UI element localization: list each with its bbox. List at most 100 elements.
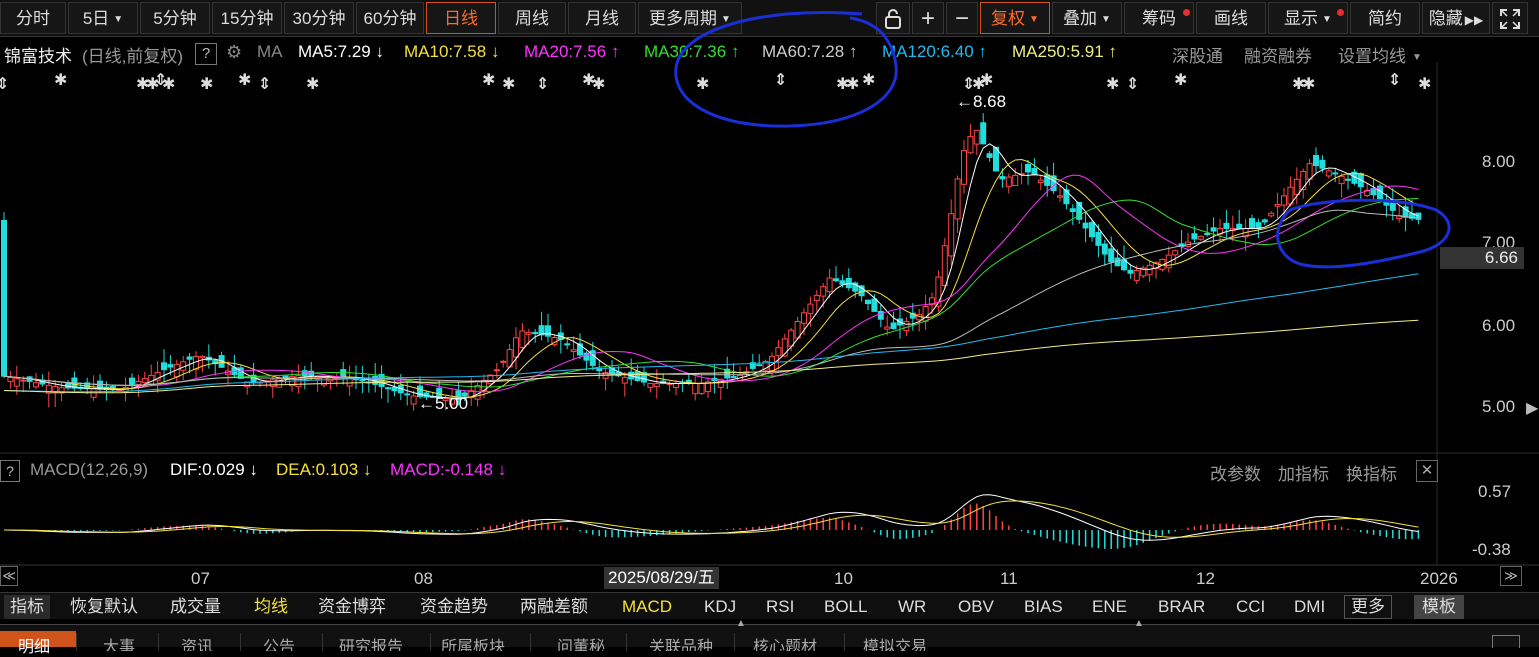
tab-details-active[interactable]: 明细 bbox=[0, 631, 76, 656]
event-marker-icon[interactable]: ✱ bbox=[238, 70, 251, 90]
candle-body bbox=[1037, 179, 1044, 183]
candle-body bbox=[692, 383, 699, 395]
tab-related[interactable]: 关联品种 bbox=[626, 633, 734, 651]
event-marker-icon[interactable]: ✱ bbox=[1174, 70, 1187, 90]
tab-sim-trading[interactable]: 模拟交易 bbox=[844, 633, 954, 651]
candle-body bbox=[1172, 250, 1179, 256]
event-marker-icon[interactable]: ✱ bbox=[162, 74, 175, 94]
event-marker-icon[interactable]: ✱ bbox=[200, 74, 213, 94]
candle-body bbox=[33, 382, 39, 388]
indicator-ma[interactable]: 均线 bbox=[254, 595, 288, 619]
kline-chart[interactable] bbox=[0, 0, 1539, 646]
event-marker-icon[interactable]: ✱ bbox=[846, 74, 859, 94]
switch-indicator-button[interactable]: 换指标 bbox=[1346, 460, 1397, 485]
tab-news[interactable]: 资讯 bbox=[158, 633, 240, 651]
candle-body bbox=[1268, 212, 1275, 217]
event-marker-icon[interactable]: ✱ bbox=[592, 74, 605, 94]
x-tick-label: 2026 bbox=[1420, 569, 1458, 588]
indicator-volume[interactable]: 成交量 bbox=[170, 595, 221, 619]
candle-body bbox=[1249, 218, 1255, 229]
event-marker-icon[interactable]: ⇕ bbox=[0, 74, 9, 94]
event-marker-icon[interactable]: ⇕ bbox=[1388, 70, 1401, 90]
candle-body bbox=[532, 331, 539, 335]
event-marker-icon[interactable]: ✱ bbox=[980, 70, 993, 90]
close-icon[interactable]: ✕ bbox=[1416, 460, 1438, 482]
scroll-left-button[interactable]: ≪ bbox=[0, 566, 18, 586]
candle-body bbox=[545, 325, 551, 337]
collapse-arrow-icon[interactable]: ▲ bbox=[736, 618, 746, 629]
candle-body bbox=[1293, 178, 1300, 196]
indicator-ene[interactable]: ENE bbox=[1092, 595, 1127, 619]
candle-body bbox=[1012, 174, 1019, 186]
candle-body bbox=[564, 343, 571, 346]
event-marker-icon[interactable]: ✱ bbox=[482, 70, 495, 90]
tab-events[interactable]: 大事 bbox=[76, 633, 158, 651]
candle-body bbox=[788, 329, 795, 347]
indicator-dmi[interactable]: DMI bbox=[1294, 595, 1325, 619]
event-marker-icon[interactable]: ✱ bbox=[862, 70, 875, 90]
scroll-right-button[interactable]: ≫ bbox=[1500, 566, 1522, 586]
indicator-cci[interactable]: CCI bbox=[1236, 595, 1265, 619]
low-price-value: 5.00 bbox=[435, 394, 469, 413]
tab-ask-secretary[interactable]: 问董秘 bbox=[530, 633, 626, 651]
indicator-fund-game[interactable]: 资金博弈 bbox=[318, 595, 386, 619]
tab-research[interactable]: 研究报告 bbox=[322, 633, 430, 651]
indicator-kdj[interactable]: KDJ bbox=[704, 595, 736, 619]
candle-body bbox=[1025, 163, 1031, 173]
candle-body bbox=[1319, 159, 1326, 169]
candle-body bbox=[1127, 269, 1134, 274]
indicator-boll[interactable]: BOLL bbox=[824, 595, 867, 619]
event-marker-icon[interactable]: ⇕ bbox=[1126, 74, 1139, 94]
tab-core-topics[interactable]: 核心题材 bbox=[734, 633, 844, 651]
candle-body bbox=[513, 337, 519, 358]
event-marker-icon[interactable]: ✱ bbox=[502, 74, 515, 94]
more-indicators-button[interactable]: 更多 bbox=[1344, 595, 1392, 619]
indicator-obv[interactable]: OBV bbox=[958, 595, 994, 619]
dea-line bbox=[4, 500, 1419, 538]
edit-params-button[interactable]: 改参数 bbox=[1210, 460, 1261, 485]
candle-body bbox=[871, 298, 878, 312]
ma30-line bbox=[3, 198, 1419, 388]
indicator-bias[interactable]: BIAS bbox=[1024, 595, 1063, 619]
template-button[interactable]: 模板 bbox=[1414, 595, 1464, 619]
y-tick-label: 8.00 bbox=[1482, 152, 1516, 171]
candle-body bbox=[1338, 175, 1345, 185]
event-marker-icon[interactable]: ⇕ bbox=[258, 74, 271, 94]
event-marker-icon[interactable]: ✱ bbox=[306, 74, 319, 94]
arrow-left-icon: ← bbox=[418, 394, 435, 413]
indicator-rsi[interactable]: RSI bbox=[766, 595, 794, 619]
add-indicator-button[interactable]: 加指标 bbox=[1278, 460, 1329, 485]
candle-body bbox=[1197, 235, 1204, 240]
indicator-brar[interactable]: BRAR bbox=[1158, 595, 1205, 619]
event-marker-icon[interactable]: ✱ bbox=[696, 74, 709, 94]
event-marker-icon[interactable]: ⇕ bbox=[774, 70, 787, 90]
candle-body bbox=[391, 386, 398, 392]
tab-announcements[interactable]: 公告 bbox=[240, 633, 322, 651]
candle-body bbox=[1223, 222, 1230, 229]
candle-body bbox=[961, 150, 967, 185]
candle-body bbox=[1261, 219, 1268, 223]
candle-body bbox=[826, 277, 833, 293]
tab-sectors[interactable]: 所属板块 bbox=[430, 633, 530, 651]
candle-body bbox=[1069, 208, 1076, 213]
event-marker-icon[interactable]: ✱ bbox=[54, 70, 67, 90]
restore-default-button[interactable]: 恢复默认 bbox=[70, 595, 138, 619]
indicator-menu-button[interactable]: 指标 bbox=[4, 595, 50, 619]
indicator-margin-diff[interactable]: 两融差额 bbox=[520, 595, 588, 619]
indicator-macd[interactable]: MACD bbox=[622, 595, 672, 619]
current-price-tag: 6.66 bbox=[1440, 247, 1524, 269]
candle-body bbox=[1095, 231, 1102, 246]
maximize-icon[interactable] bbox=[1492, 635, 1520, 648]
indicator-wr[interactable]: WR bbox=[898, 595, 926, 619]
double-chevron-left-icon: ≪ bbox=[2, 568, 16, 583]
event-marker-icon[interactable]: ⇕ bbox=[536, 74, 549, 94]
event-marker-icon[interactable]: ✱ bbox=[1418, 74, 1431, 94]
event-marker-icon[interactable]: ✱ bbox=[1106, 74, 1119, 94]
collapse-arrow-icon[interactable]: ▲ bbox=[1134, 618, 1144, 629]
event-marker-icon[interactable]: ✱ bbox=[1302, 74, 1315, 94]
candle-body bbox=[346, 378, 353, 387]
indicator-fund-trend[interactable]: 资金趋势 bbox=[420, 595, 488, 619]
candle-body bbox=[794, 321, 801, 339]
macd-dea: DEA:0.103 ↓ bbox=[276, 460, 372, 479]
macd-help-button[interactable]: ? bbox=[0, 460, 20, 482]
